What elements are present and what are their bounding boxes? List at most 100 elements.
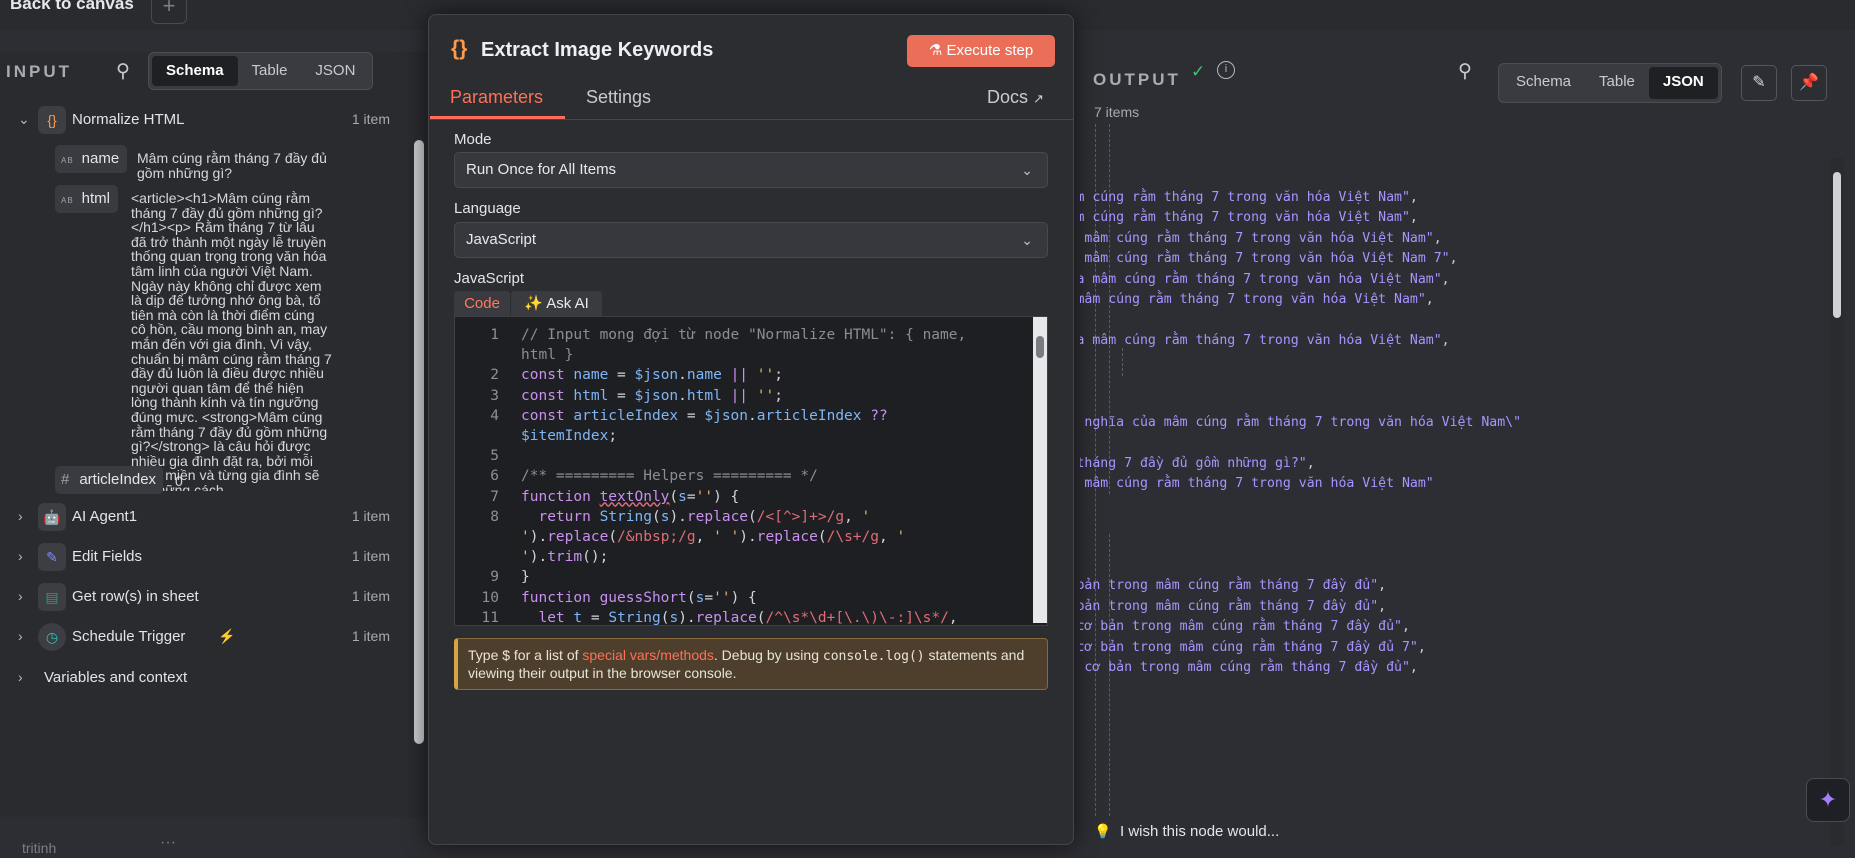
node-name: Edit Fields (72, 548, 143, 565)
line-number: 11 (481, 609, 499, 626)
edit-output-button[interactable]: ✎ (1741, 65, 1777, 101)
node-row-edit-fields[interactable]: › ✎ Edit Fields 1 item (0, 543, 410, 573)
code-text: html } (521, 347, 574, 364)
input-scroll-thumb[interactable] (414, 140, 424, 744)
info-icon[interactable]: i (1217, 61, 1235, 79)
chevron-right-icon[interactable]: › (18, 669, 23, 685)
field-value-article-index: 0 (175, 473, 183, 489)
more-options-icon[interactable]: ··· (160, 834, 176, 852)
line-number: 3 (490, 387, 499, 404)
editor-scroll-thumb[interactable] (1036, 336, 1044, 358)
search-icon[interactable]: ⚲ (1458, 60, 1472, 83)
tab-json[interactable]: JSON (1648, 67, 1718, 99)
json-line: "keyword": "Thành phần cơ bản trong mâm … (1080, 598, 1387, 614)
number-type-icon: # (61, 471, 70, 488)
tab-code[interactable]: Code (454, 291, 510, 317)
code-text: ').trim(); (521, 549, 609, 566)
output-header: OUTPUT (1093, 70, 1181, 89)
line-number: 8 (490, 508, 499, 525)
sheet-icon: ▤ (38, 583, 66, 611)
variables-context-row[interactable]: › Variables and context (0, 666, 410, 694)
tab-schema[interactable]: Schema (152, 56, 238, 86)
execute-label: Execute step (946, 42, 1034, 59)
code-text: // Input mong đợi từ node "Normalize HTM… (521, 327, 967, 343)
editor-scrollbar[interactable] (1033, 317, 1047, 623)
node-name: Schedule Trigger (72, 628, 186, 645)
code-text: } (521, 569, 530, 586)
input-header: INPUT (6, 62, 72, 81)
item-count: 1 item (351, 548, 390, 564)
chevron-right-icon[interactable]: › (18, 628, 23, 644)
input-panel: INPUT ⚲ Schema Table JSON ⌄ {} Normalize… (0, 52, 428, 817)
code-text: function guessShort(s='') { (521, 589, 757, 606)
node-title[interactable]: Extract Image Keywords (481, 39, 713, 62)
external-link-icon: ↗ (1033, 91, 1044, 106)
hint-text: . Debug by using (713, 647, 823, 663)
tab-parameters[interactable]: Parameters (450, 87, 543, 108)
json-line: "base_hint": "Ý nghĩa của mâm cúng rằm t… (1080, 292, 1434, 308)
json-line: "pexelsHint": "Ý nghĩa của mâm cúng rằm … (1084, 251, 1458, 267)
braces-icon: {} (38, 106, 66, 134)
tab-table[interactable]: Table (238, 56, 302, 86)
pin-icon: 📌 (1799, 74, 1819, 91)
ai-assistant-button[interactable]: ✦ (1806, 778, 1850, 822)
search-icon[interactable]: ⚲ (116, 60, 130, 83)
special-vars-link[interactable]: special vars/methods (582, 647, 714, 663)
string-type-icon: AB (61, 156, 74, 165)
code-text: function textOnly(s='') { (521, 488, 740, 505)
node-row-normalize-html[interactable]: ⌄ {} Normalize HTML 1 item (0, 106, 410, 136)
mode-select[interactable]: Run Once for All Items ⌄ (454, 152, 1048, 188)
field-html[interactable]: AB html (55, 185, 119, 213)
ask-ai-tab[interactable]: ✨ Ask AI (510, 291, 602, 317)
tab-table[interactable]: Table (1585, 67, 1649, 99)
json-line: "short_hint": "Ý nghĩa của mâm cúng rằm … (1084, 230, 1442, 246)
hint-text: Type $ for a list of (468, 647, 583, 663)
chevron-right-icon[interactable]: › (18, 508, 23, 524)
item-count: 1 item (351, 588, 390, 604)
field-label: html (81, 190, 111, 207)
language-select[interactable]: JavaScript ⌄ (454, 222, 1048, 258)
line-number: 10 (481, 589, 499, 606)
docs-link[interactable]: Docs ↗ (987, 87, 1044, 108)
mode-value: Run Once for All Items (466, 161, 617, 178)
node-row-schedule-trigger[interactable]: › ◷ Schedule Trigger ⚡ 1 item (0, 623, 410, 653)
code-editor[interactable]: 1 // Input mong đợi từ node "Normalize HT… (454, 316, 1048, 626)
code-text: ').replace(/&nbsp;/g, ' ').replace(/\s+/… (521, 529, 906, 545)
item-count: 1 item (351, 111, 390, 127)
chevron-down-icon[interactable]: ⌄ (18, 111, 30, 128)
flask-icon: ⚗ (928, 42, 947, 59)
mode-label: Mode (454, 131, 492, 148)
language-label: Language (454, 200, 521, 217)
tab-schema[interactable]: Schema (1502, 67, 1585, 99)
node-row-ai-agent[interactable]: › 🤖 AI Agent1 1 item (0, 503, 410, 533)
tab-json[interactable]: JSON (301, 56, 369, 86)
code-text: const html = $json.html || ''; (521, 387, 783, 404)
execute-step-button[interactable]: ⚗ Execute step (907, 35, 1055, 67)
output-scroll-thumb[interactable] (1833, 172, 1841, 318)
line-number: 2 (490, 367, 499, 384)
json-line: "heading_h2": "Ý nghĩa của mâm cúng rằm … (1084, 476, 1434, 492)
feedback-link[interactable]: I wish this node would... (1120, 823, 1279, 840)
node-name: Get row(s) in sheet (72, 588, 199, 605)
user-name: tritinh (22, 840, 57, 856)
item-count: 1 item (351, 628, 390, 644)
line-number: 1 (490, 327, 499, 343)
pen-icon: ✎ (38, 543, 66, 571)
json-line: "h2_full": "Thành phần cơ bản trong mâm … (1080, 578, 1387, 594)
output-view-tabs: Schema Table JSON (1498, 63, 1722, 103)
json-line: "title_h1": "Mâm cúng rằm tháng 7 đầy đủ… (1080, 455, 1315, 471)
json-line: "short_hint": "Thành phần cơ bản trong m… (1080, 619, 1410, 635)
field-name[interactable]: AB name (55, 145, 128, 173)
sparkle-icon: ✦ (1818, 787, 1838, 812)
add-button[interactable]: + (151, 0, 187, 24)
node-row-get-rows[interactable]: › ▤ Get row(s) in sheet 1 item (0, 583, 410, 613)
chevron-right-icon[interactable]: › (18, 548, 23, 564)
clock-icon: ◷ (38, 623, 66, 651)
back-to-canvas-link[interactable]: Back to canvas (10, 0, 134, 14)
field-article-index[interactable]: # articleIndex (55, 466, 163, 494)
node-name: Normalize HTML (72, 111, 185, 128)
indent-guide (1122, 348, 1123, 376)
chevron-right-icon[interactable]: › (18, 588, 23, 604)
pin-output-button[interactable]: 📌 (1791, 65, 1827, 101)
tab-settings[interactable]: Settings (586, 87, 651, 108)
